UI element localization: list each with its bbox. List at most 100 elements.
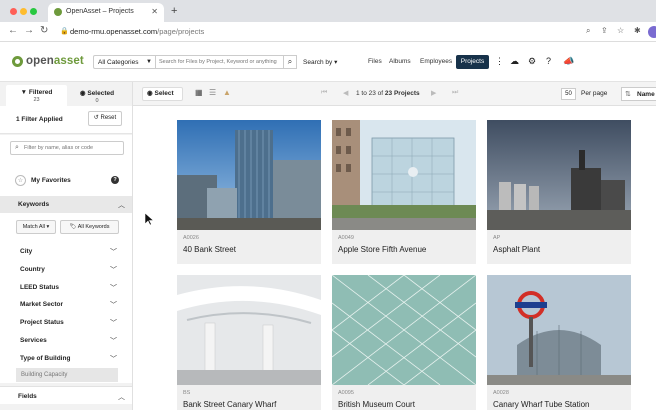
all-keywords-button[interactable]: 🏷 All Keywords xyxy=(60,220,119,234)
facet-market-sector[interactable]: Market Sector xyxy=(20,301,63,308)
url-field[interactable]: demo-rmu.openasset.com/page/projects xyxy=(70,27,204,36)
tab-title: OpenAsset – Projects xyxy=(66,8,134,15)
project-name[interactable]: 40 Bank Street xyxy=(183,245,236,254)
project-thumbnail[interactable] xyxy=(332,120,476,230)
extensions-icon[interactable]: ✱ xyxy=(634,26,641,35)
chevron-down-icon[interactable]: ﹀ xyxy=(110,247,117,257)
tab-close-icon[interactable]: ✕ xyxy=(151,7,158,16)
nav-employees[interactable]: Employees xyxy=(420,58,452,65)
facet-city[interactable]: City xyxy=(20,248,32,255)
keywords-header[interactable]: Keywords ︿ xyxy=(0,196,132,213)
per-page-input[interactable]: 50 xyxy=(561,88,576,100)
facet-type-of-building[interactable]: Type of Building xyxy=(20,355,70,362)
search-input[interactable] xyxy=(156,55,284,69)
help-icon[interactable]: ? xyxy=(111,176,119,184)
sort-select[interactable]: ⇅ Name xyxy=(621,87,656,101)
project-thumbnail[interactable] xyxy=(332,275,476,385)
openasset-favicon-icon xyxy=(54,8,62,16)
new-tab-icon[interactable]: + xyxy=(171,5,177,17)
map-view-icon[interactable]: ▲ xyxy=(223,88,231,97)
forward-icon[interactable]: → xyxy=(24,25,34,36)
pagination-info: 1 to 23 of 23 Projects xyxy=(356,90,420,97)
window-zoom-button[interactable] xyxy=(30,8,37,15)
first-page-icon[interactable]: ⏮ xyxy=(321,89,327,97)
facet-country[interactable]: Country xyxy=(20,266,45,273)
next-page-icon[interactable]: ▶ xyxy=(431,89,436,97)
project-thumbnail[interactable] xyxy=(487,275,631,385)
filter-search-input[interactable] xyxy=(24,145,122,151)
match-all-dropdown[interactable]: Match All ▾ xyxy=(16,220,56,234)
project-name[interactable]: Asphalt Plant xyxy=(493,245,540,254)
grid-view-icon[interactable]: ▦ xyxy=(195,88,203,97)
chevron-down-icon[interactable]: ﹀ xyxy=(110,300,117,310)
project-thumbnail-image xyxy=(332,120,476,230)
my-favorites[interactable]: My Favorites xyxy=(31,177,71,184)
prev-page-icon[interactable]: ◀ xyxy=(343,89,348,97)
facet-leed-status[interactable]: LEED Status xyxy=(20,284,59,291)
more-vertical-icon[interactable]: ⋮ xyxy=(495,56,504,67)
project-thumbnail[interactable] xyxy=(177,275,321,385)
fields-header[interactable]: Fields ︿ xyxy=(0,386,132,404)
zoom-icon[interactable]: ⌕ xyxy=(586,26,590,36)
project-code: A0028 xyxy=(493,390,509,396)
logo[interactable]: openasset xyxy=(26,55,84,67)
per-page-label: Per page xyxy=(581,90,608,97)
chevron-up-icon: ︿ xyxy=(118,202,125,209)
nav-projects[interactable]: Projects xyxy=(456,55,489,69)
search-by-dropdown[interactable]: Search by ▾ xyxy=(303,58,337,66)
nav-files[interactable]: Files xyxy=(368,58,382,65)
project-name[interactable]: British Museum Court xyxy=(338,400,415,409)
chevron-down-icon[interactable]: ﹀ xyxy=(110,318,117,328)
project-code: A0049 xyxy=(338,235,354,241)
project-thumbnail-image xyxy=(487,275,631,385)
project-card[interactable]: AP Asphalt Plant xyxy=(487,120,631,264)
nav-albums[interactable]: Albums xyxy=(389,58,411,65)
back-icon[interactable]: ← xyxy=(8,25,18,36)
bookmark-star-icon[interactable]: ☆ xyxy=(617,26,624,35)
project-card[interactable]: BS Bank Street Canary Wharf xyxy=(177,275,321,410)
check-circle-icon: ◉ xyxy=(79,90,86,97)
project-name[interactable]: Apple Store Fifth Avenue xyxy=(338,245,426,254)
search-icon[interactable]: ⌕ xyxy=(284,55,297,69)
last-page-icon[interactable]: ⏭ xyxy=(452,89,458,97)
filter-search[interactable]: ⌕ xyxy=(10,141,124,155)
reset-button[interactable]: ↺ Reset xyxy=(88,111,122,126)
category-select[interactable]: All Categories ▼ xyxy=(93,55,156,69)
gear-icon[interactable]: ⚙ xyxy=(528,56,536,67)
openasset-logo-icon xyxy=(12,56,23,67)
reset-icon: ↺ xyxy=(93,115,99,121)
project-thumbnail-image xyxy=(177,275,321,385)
tab-filtered[interactable]: ▼ Filtered 23 xyxy=(6,85,67,106)
project-card[interactable]: A0095 British Museum Court xyxy=(332,275,476,410)
list-view-icon[interactable]: ☰ xyxy=(209,88,216,97)
project-code: A0026 xyxy=(183,235,199,241)
browser-tab[interactable]: OpenAsset – Projects ✕ xyxy=(48,3,164,22)
chevron-down-icon[interactable]: ﹀ xyxy=(110,336,117,346)
select-button[interactable]: ◉ Select xyxy=(142,87,183,101)
project-card[interactable]: A0049 Apple Store Fifth Avenue xyxy=(332,120,476,264)
window-minimize-button[interactable] xyxy=(20,8,27,15)
project-code: BS xyxy=(183,390,191,396)
project-thumbnail[interactable] xyxy=(487,120,631,230)
chevron-down-icon[interactable]: ﹀ xyxy=(110,265,117,275)
chevron-down-icon[interactable]: ﹀ xyxy=(110,283,117,293)
profile-avatar[interactable] xyxy=(648,26,656,38)
window-close-button[interactable] xyxy=(10,8,17,15)
help-icon[interactable]: ? xyxy=(546,56,551,66)
project-card[interactable]: A0026 40 Bank Street xyxy=(177,120,321,264)
project-name[interactable]: Canary Wharf Tube Station xyxy=(493,400,590,409)
upload-cloud-icon[interactable]: ☁ xyxy=(510,56,519,67)
facet-project-status[interactable]: Project Status xyxy=(20,319,64,326)
project-card[interactable]: A0028 Canary Wharf Tube Station xyxy=(487,275,631,410)
star-icon[interactable]: ☆ xyxy=(15,175,26,186)
results-toolbar: ◉ Select ▦ ☰ ▲ ⏮ ◀ 1 to 23 of 23 Project… xyxy=(133,82,656,106)
project-name[interactable]: Bank Street Canary Wharf xyxy=(183,400,276,409)
project-thumbnail[interactable] xyxy=(177,120,321,230)
chevron-down-icon[interactable]: ﹀ xyxy=(110,354,117,364)
megaphone-icon[interactable]: 📣 xyxy=(563,56,574,67)
facet-services[interactable]: Services xyxy=(20,337,47,344)
tab-selected[interactable]: ◉ Selected 0 xyxy=(67,85,127,106)
building-capacity-filter[interactable]: Building Capacity xyxy=(16,368,118,382)
share-icon[interactable]: ⇪ xyxy=(601,26,608,35)
reload-icon[interactable]: ↻ xyxy=(40,25,48,36)
